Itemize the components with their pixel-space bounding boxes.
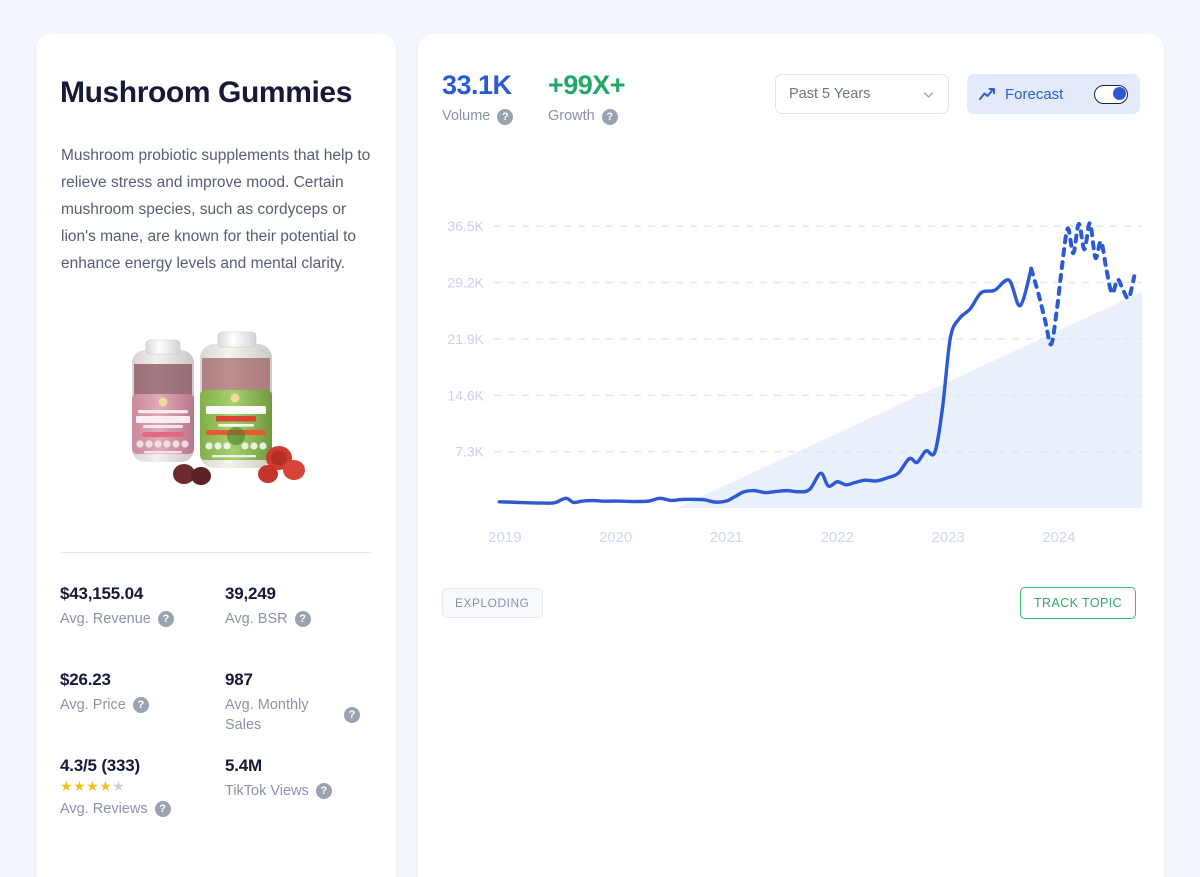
chart-x-tick-label: 2022 (821, 529, 854, 546)
chart-y-tick-label: 29.2K (447, 275, 484, 291)
help-icon[interactable]: ? (497, 109, 514, 125)
help-icon[interactable]: ? (157, 611, 174, 627)
stat-value: 987 (225, 670, 253, 689)
help-icon[interactable]: ? (344, 707, 360, 723)
stat-value: 39,249 (225, 584, 276, 603)
stat-row: $43,155.04 Avg. Revenue ? 39,249 Avg. BS… (60, 584, 380, 670)
stat-label: Avg. Reviews (60, 801, 148, 817)
stat-label: Avg. Price (60, 697, 126, 713)
star-filled: ★ (60, 778, 74, 794)
chart-x-tick-label: 2021 (710, 529, 743, 546)
product-detail-card: Mushroom Gummies Mushroom probiotic supp… (36, 34, 396, 877)
product-stats-grid: $43,155.04 Avg. Revenue ? 39,249 Avg. BS… (60, 584, 380, 842)
stat-value: $43,155.04 (60, 584, 144, 603)
stat-avg-bsr: 39,249 Avg. BSR ? (225, 584, 385, 629)
help-icon[interactable]: ? (154, 801, 171, 817)
trend-up-icon (979, 88, 995, 100)
product-description: Mushroom probiotic supplements that help… (61, 147, 371, 272)
chart-y-tick-label: 14.6K (447, 387, 484, 403)
chart-x-tick-label: 2023 (931, 529, 964, 546)
metric-label: Growth (548, 108, 595, 124)
stat-avg-reviews: 4.3/5 (333) ★★★★★ Avg. Reviews ? (60, 756, 220, 819)
product-image (116, 324, 316, 499)
stat-avg-price: $26.23 Avg. Price ? (60, 670, 220, 715)
stat-tiktok-views: 5.4M TikTok Views ? (225, 756, 385, 801)
stat-value: $26.23 (60, 670, 111, 689)
chart-y-tick-label: 21.9K (447, 331, 484, 347)
help-icon[interactable]: ? (315, 783, 332, 799)
metric-label: Volume (442, 108, 491, 124)
help-icon[interactable]: ? (601, 109, 618, 125)
stat-value: 5.4M (225, 756, 262, 775)
chart-shaded-wedge (676, 291, 1142, 508)
chart-canvas: 7.3K 14.6K 21.9K 29.2K 36.5K 2019 2020 2021 2022… (447, 218, 1142, 546)
product-bottles-illustration (132, 331, 305, 485)
search-volume-chart: 7.3K 14.6K 21.9K 29.2K 36.5K 2019 2020 2021 2022… (428, 164, 1154, 564)
metric-value: 33.1K (442, 70, 512, 100)
stat-row: 4.3/5 (333) ★★★★★ Avg. Reviews ? 5.4M Ti… (60, 756, 380, 842)
help-icon[interactable]: ? (294, 611, 311, 627)
stat-label: Avg. Monthly Sales (225, 697, 309, 733)
time-range-dropdown[interactable]: Past 5 Years (775, 74, 949, 114)
metric-growth: +99X+ Growth ? (548, 70, 626, 125)
stat-label: Avg. Revenue (60, 611, 151, 627)
chart-y-tick-label: 36.5K (447, 218, 484, 234)
help-icon[interactable]: ? (132, 697, 149, 713)
stat-row: $26.23 Avg. Price ? 987 Avg. Monthly Sal… (60, 670, 380, 756)
star-filled: ★ (73, 778, 87, 794)
chart-y-tick-label: 7.3K (455, 444, 484, 460)
stat-avg-revenue: $43,155.04 Avg. Revenue ? (60, 584, 220, 629)
page-title: Mushroom Gummies (60, 76, 352, 109)
star-empty: ★ (112, 778, 126, 794)
track-topic-button[interactable]: TRACK TOPIC (1020, 587, 1136, 619)
chevron-down-icon (923, 91, 934, 98)
chart-x-tick-label: 2020 (599, 529, 632, 546)
chart-x-tick-label: 2019 (488, 529, 521, 546)
forecast-toggle-switch[interactable] (1094, 84, 1128, 104)
section-divider (61, 552, 371, 553)
forecast-label: Forecast (1005, 85, 1064, 103)
time-range-value: Past 5 Years (789, 86, 871, 102)
metric-volume: 33.1K Volume ? (442, 70, 514, 125)
stat-label: Avg. BSR (225, 611, 288, 627)
status-badge[interactable]: EXPLODING (442, 588, 543, 618)
star-filled: ★ (86, 778, 100, 794)
star-rating: ★★★★★ (60, 778, 220, 794)
stat-label: TikTok Views (225, 783, 309, 799)
trend-chart-card: 33.1K Volume ? +99X+ Growth ? Past 5 Yea… (418, 34, 1164, 877)
chart-x-tick-label: 2024 (1042, 529, 1075, 546)
star-filled: ★ (99, 778, 113, 794)
stat-avg-monthly-sales: 987 Avg. Monthly Sales ? (225, 670, 385, 735)
forecast-toggle-group[interactable]: Forecast (967, 74, 1140, 114)
toggle-knob (1112, 87, 1126, 100)
metric-value: +99X+ (548, 70, 626, 100)
app-root: Mushroom Gummies Mushroom probiotic supp… (0, 0, 1200, 877)
stat-value: 4.3/5 (333) (60, 756, 141, 775)
